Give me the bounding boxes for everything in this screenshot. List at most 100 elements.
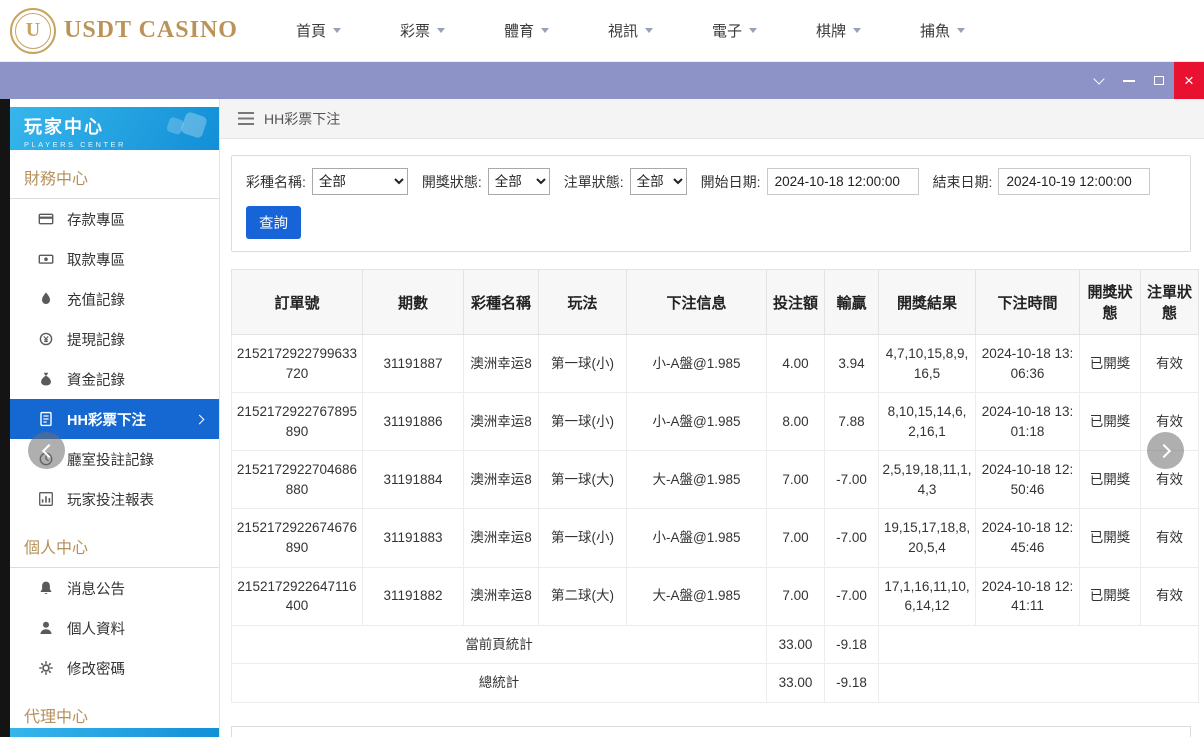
sidebar-item[interactable]: 個人資料	[10, 608, 219, 648]
nav-item-6[interactable]: 棋牌	[816, 20, 920, 41]
table-cell: 已開獎	[1079, 450, 1141, 510]
table-cell: 4,7,10,15,8,9,16,5	[878, 333, 976, 394]
sidebar-item[interactable]: 存款專區	[10, 199, 219, 239]
logo-letter: U	[15, 12, 51, 49]
table-cell: -7.00	[824, 450, 879, 510]
table-cell: 小-A盤@1.985	[626, 392, 767, 452]
table-cell: 已開獎	[1079, 333, 1141, 394]
nav-item-3[interactable]: 體育	[504, 20, 608, 41]
table-cell: 2024-10-18 12:41:11	[975, 566, 1080, 626]
sidebar-item-label: 消息公告	[67, 581, 125, 598]
table-cell: 小-A盤@1.985	[626, 508, 767, 568]
search-button[interactable]: 查詢	[246, 206, 301, 239]
table-cell: 17,1,16,11,10,6,14,12	[878, 566, 976, 626]
sidebar-item[interactable]: 充值記錄	[10, 279, 219, 319]
table-cell: 7.88	[824, 392, 879, 452]
hamburger-menu-icon[interactable]	[238, 112, 254, 125]
summary-winloss-total: -9.18	[824, 663, 879, 703]
sidebar-item-label: 提現記錄	[67, 332, 125, 349]
table-row: 2152172922767895890 31191886 澳洲幸运8 第一球(小) 小-…	[231, 392, 1199, 452]
nav-item-1[interactable]: 首頁	[296, 20, 400, 41]
nav-item-7[interactable]: 捕魚	[920, 20, 1024, 41]
chevron-down-icon	[436, 28, 445, 33]
column-header: 彩種名稱	[463, 269, 539, 335]
content-area: 彩種名稱: 全部 開獎狀態: 全部 注單狀態: 全部 開始日期: 結束日期: 查…	[220, 139, 1204, 737]
end-date-label: 結束日期:	[932, 173, 993, 190]
table-cell: 已開獎	[1079, 508, 1141, 568]
column-header: 開獎狀態	[1079, 269, 1141, 335]
sidebar-item[interactable]: 修改密碼	[10, 648, 219, 688]
main-nav-menu: 首頁 彩票 體育 視訊 電子 棋牌 捕魚	[296, 20, 1024, 41]
carousel-next-button[interactable]	[1147, 432, 1184, 469]
end-date-input[interactable]	[998, 168, 1151, 195]
sidebar-item[interactable]: 消息公告	[10, 568, 219, 608]
table-cell: 小-A盤@1.985	[626, 333, 767, 394]
table-cell: 31191884	[362, 450, 464, 510]
close-icon: ×	[1184, 71, 1194, 90]
order-status-select[interactable]: 全部	[629, 168, 687, 195]
table-cell: 大-A盤@1.985	[626, 450, 767, 510]
summary-winloss-total: -9.18	[824, 624, 879, 665]
sidebar-item[interactable]: 資金記錄	[10, 359, 219, 399]
table-cell: 2024-10-18 12:50:46	[975, 450, 1080, 510]
table-row: 2152172922674676890 31191883 澳洲幸运8 第一球(小) 小-…	[231, 508, 1199, 568]
sidebar-item-label: 修改密碼	[67, 661, 125, 678]
close-button[interactable]: ×	[1174, 62, 1204, 99]
nav-item-label: 電子	[711, 23, 742, 40]
summary-empty-cell	[878, 663, 1199, 703]
carousel-prev-button[interactable]	[28, 432, 65, 469]
table-cell: 已開獎	[1079, 392, 1141, 452]
sidebar-section-label: 財務中心	[10, 150, 219, 199]
start-date-input[interactable]	[766, 168, 919, 195]
table-cell: 澳洲幸运8	[463, 508, 539, 568]
sidebar-item[interactable]: 玩家投注報表	[10, 479, 219, 519]
table-cell: 澳洲幸运8	[463, 333, 539, 394]
column-header: 訂單號	[231, 269, 363, 335]
gear-icon	[38, 660, 54, 676]
sidebar-item[interactable]: 提現記錄	[10, 319, 219, 359]
sidebar: 玩家中心 PLAYERS CENTER 財務中心 存款專區 取款專區 充值記錄 提現記錄…	[10, 99, 220, 737]
column-header: 注單狀態	[1140, 269, 1199, 335]
table-cell: 31191883	[362, 508, 464, 568]
sidebar-item-label: 充值記錄	[67, 292, 125, 309]
withdrawal-record-icon	[38, 331, 54, 347]
lottery-name-select[interactable]: 全部	[311, 168, 408, 195]
sidebar-item-label: 玩家投注報表	[67, 492, 154, 509]
table-row: 2152172922799633720 31191887 澳洲幸运8 第一球(小) 小-…	[231, 333, 1199, 394]
table-cell: -7.00	[824, 566, 879, 626]
nav-item-label: 彩票	[399, 23, 430, 40]
nav-item-4[interactable]: 視訊	[608, 20, 712, 41]
column-header: 期數	[362, 269, 464, 335]
table-cell: 2152172922704686880	[231, 450, 363, 510]
withdraw-money-icon	[38, 251, 54, 267]
page-title: HH彩票下注	[264, 110, 341, 127]
sidebar-item[interactable]: 取款專區	[10, 239, 219, 279]
table-cell: 第一球(大)	[538, 450, 627, 510]
brand-logo[interactable]: U USDT CASINO	[10, 7, 238, 54]
table-cell: 有效	[1140, 333, 1199, 394]
column-header: 輸贏	[824, 269, 879, 335]
minimize-button[interactable]	[1114, 62, 1144, 99]
table-cell: 2152172922767895890	[231, 392, 363, 452]
table-cell: 澳洲幸运8	[463, 392, 539, 452]
sidebar-item-label: 存款專區	[67, 212, 125, 229]
desktop-background-strip	[0, 99, 10, 737]
sidebar-item-label: 廳室投註記錄	[67, 452, 154, 469]
nav-item-label: 首頁	[295, 23, 326, 40]
table-cell: 19,15,17,18,8,20,5,4	[878, 508, 976, 568]
nav-item-2[interactable]: 彩票	[400, 20, 504, 41]
table-cell: 第一球(小)	[538, 508, 627, 568]
table-cell: 4.00	[766, 333, 825, 394]
table-cell: 2152172922674676890	[231, 508, 363, 568]
brand-name: USDT CASINO	[64, 17, 238, 43]
collapse-button[interactable]	[1084, 62, 1114, 99]
table-row: 2152172922647116400 31191882 澳洲幸运8 第二球(大) 大-…	[231, 566, 1199, 626]
table-row: 2152172922704686880 31191884 澳洲幸运8 第一球(大) 大-…	[231, 450, 1199, 510]
draw-status-select[interactable]: 全部	[487, 168, 550, 195]
column-header: 下注信息	[626, 269, 767, 335]
table-cell: 3.94	[824, 333, 879, 394]
column-header: 投注額	[766, 269, 825, 335]
maximize-button[interactable]	[1144, 62, 1174, 99]
table-cell: 31191882	[362, 566, 464, 626]
nav-item-5[interactable]: 電子	[712, 20, 816, 41]
